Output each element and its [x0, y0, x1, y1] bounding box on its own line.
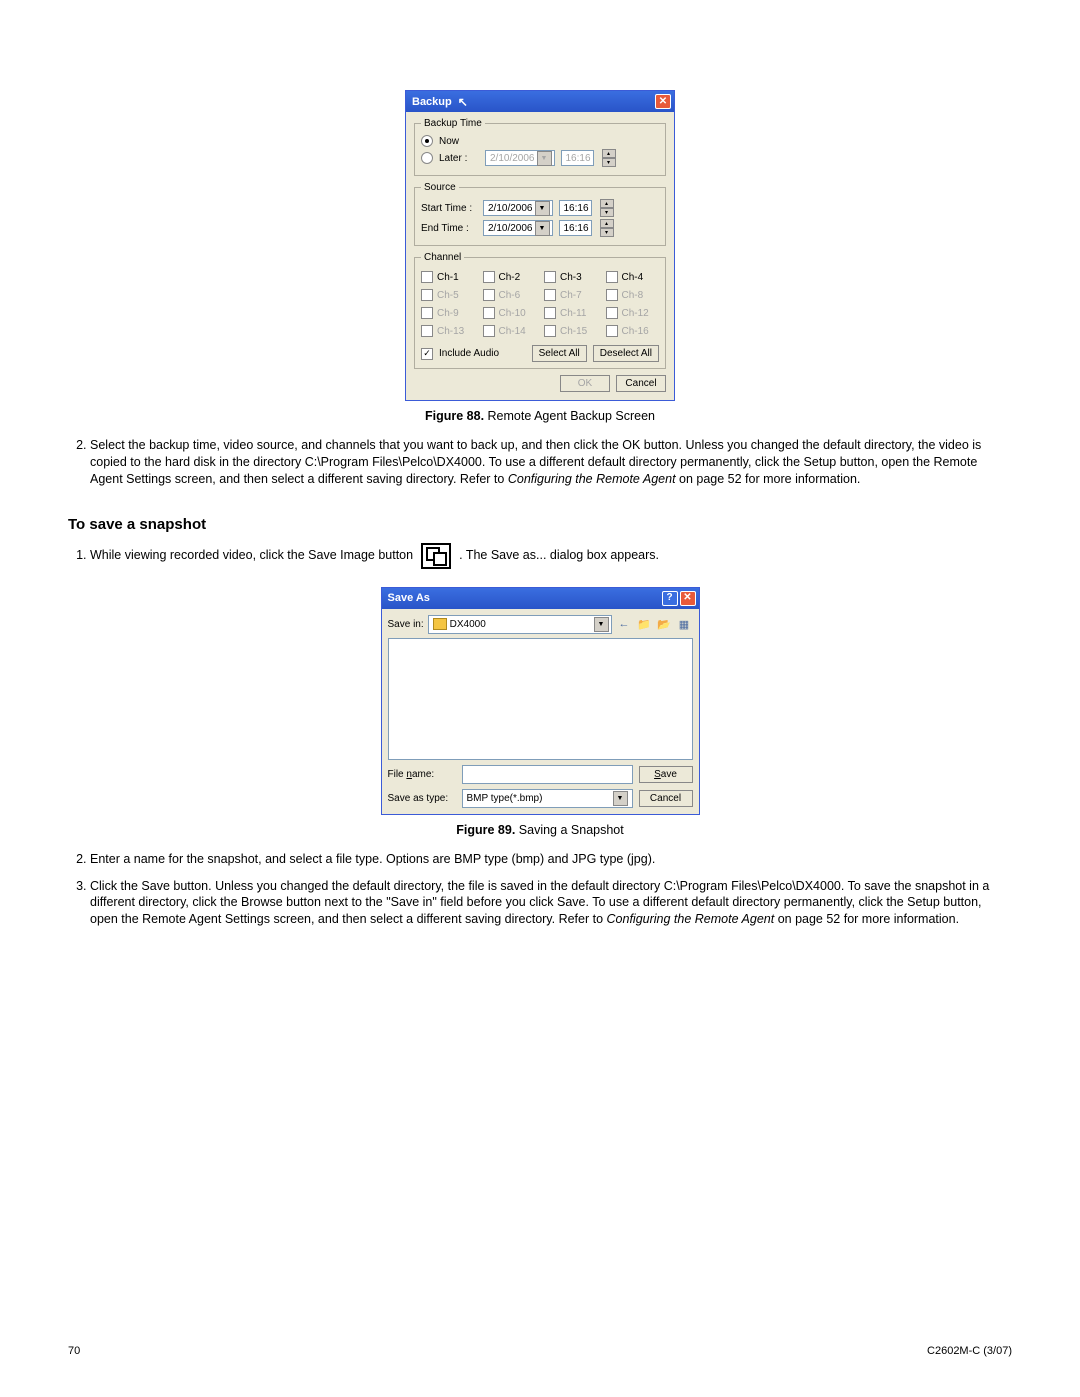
snapshot-heading: To save a snapshot	[68, 516, 1012, 533]
titlebar[interactable]: Backup ↖ ✕	[406, 91, 674, 112]
radio-now-label: Now	[439, 136, 459, 147]
radio-later-label: Later :	[439, 153, 479, 164]
file-list[interactable]	[388, 638, 693, 760]
chevron-down-icon[interactable]: ▼	[594, 617, 609, 632]
chevron-down-icon[interactable]: ▼	[537, 151, 552, 166]
include-audio-label: Include Audio	[439, 348, 526, 359]
later-time-spinner[interactable]: ▴▾	[602, 149, 616, 167]
saveas-title: Save As	[388, 592, 430, 604]
folder-icon	[433, 618, 447, 630]
checkbox-include-audio[interactable]	[421, 348, 433, 360]
file-name-label: File name:	[388, 769, 456, 780]
body-text: Select the backup time, video source, an…	[68, 437, 1012, 488]
snapshot-step-3: Click the Save button. Unless you change…	[90, 878, 1012, 929]
source-group: Source Start Time : 2/10/2006 ▼ 16:16 ▴▾	[414, 182, 666, 246]
page-number: 70	[68, 1345, 80, 1357]
checkbox-ch9[interactable]	[421, 307, 433, 319]
radio-later[interactable]	[421, 152, 433, 164]
save-in-combo[interactable]: DX4000 ▼	[428, 615, 612, 634]
end-time-spinner[interactable]: ▴▾	[600, 219, 614, 237]
end-time-field[interactable]: 16:16	[559, 220, 592, 236]
source-legend: Source	[421, 182, 459, 193]
chevron-down-icon[interactable]: ▼	[535, 221, 550, 236]
checkbox-ch14[interactable]	[483, 325, 495, 337]
checkbox-ch3[interactable]	[544, 271, 556, 283]
radio-now[interactable]	[421, 135, 433, 147]
checkbox-ch15[interactable]	[544, 325, 556, 337]
checkbox-ch6[interactable]	[483, 289, 495, 301]
new-folder-icon[interactable]: 📂	[656, 616, 673, 633]
doc-id: C2602M-C (3/07)	[927, 1345, 1012, 1357]
start-time-field[interactable]: 16:16	[559, 200, 592, 216]
help-icon[interactable]: ?	[662, 591, 678, 606]
select-all-button[interactable]: Select All	[532, 345, 587, 362]
save-as-dialog: Save As ? ✕ Save in: DX4000 ▼ ← 📁	[381, 587, 700, 815]
step-2: Select the backup time, video source, an…	[90, 437, 1012, 488]
cursor-icon: ↖	[458, 95, 468, 109]
later-date-field[interactable]: 2/10/2006 ▼	[485, 150, 555, 166]
snapshot-step-1: While viewing recorded video, click the …	[90, 543, 1012, 569]
start-date-field[interactable]: 2/10/2006 ▼	[483, 200, 553, 216]
ok-button[interactable]: OK	[560, 375, 610, 392]
cancel-button[interactable]: Cancel	[639, 790, 693, 807]
figure-89-caption: Figure 89. Saving a Snapshot	[68, 823, 1012, 837]
checkbox-ch12[interactable]	[606, 307, 618, 319]
channel-group: Channel Ch-1 Ch-2 Ch-3 Ch-4 Ch-5 Ch-6 Ch…	[414, 252, 666, 369]
start-time-spinner[interactable]: ▴▾	[600, 199, 614, 217]
checkbox-ch10[interactable]	[483, 307, 495, 319]
start-time-label: Start Time :	[421, 203, 477, 214]
close-icon[interactable]: ✕	[655, 94, 671, 109]
up-folder-icon[interactable]: 📁	[636, 616, 653, 633]
checkbox-ch1[interactable]	[421, 271, 433, 283]
back-icon[interactable]: ←	[616, 616, 633, 633]
later-time-field[interactable]: 16:16	[561, 150, 594, 166]
close-icon[interactable]: ✕	[680, 591, 696, 606]
checkbox-ch2[interactable]	[483, 271, 495, 283]
checkbox-ch16[interactable]	[606, 325, 618, 337]
save-as-type-field[interactable]: BMP type(*.bmp) ▼	[462, 789, 633, 808]
end-date-field[interactable]: 2/10/2006 ▼	[483, 220, 553, 236]
checkbox-ch4[interactable]	[606, 271, 618, 283]
deselect-all-button[interactable]: Deselect All	[593, 345, 659, 362]
page-footer: 70 C2602M-C (3/07)	[68, 1345, 1012, 1357]
checkbox-ch13[interactable]	[421, 325, 433, 337]
backup-dialog: Backup ↖ ✕ Backup Time Now Later :	[405, 90, 675, 401]
save-image-icon	[421, 543, 451, 569]
chevron-down-icon[interactable]: ▼	[613, 791, 628, 806]
checkbox-ch11[interactable]	[544, 307, 556, 319]
save-button[interactable]: Save	[639, 766, 693, 783]
checkbox-ch5[interactable]	[421, 289, 433, 301]
saveas-titlebar[interactable]: Save As ? ✕	[382, 588, 699, 609]
checkbox-ch7[interactable]	[544, 289, 556, 301]
backup-time-group: Backup Time Now Later : 2/10/2006 ▼	[414, 118, 666, 176]
figure-88-caption: Figure 88. Remote Agent Backup Screen	[68, 409, 1012, 423]
checkbox-ch8[interactable]	[606, 289, 618, 301]
chevron-down-icon[interactable]: ▼	[535, 201, 550, 216]
backup-time-legend: Backup Time	[421, 118, 485, 129]
view-icon[interactable]: ▦	[676, 616, 693, 633]
save-as-type-label: Save as type:	[388, 793, 456, 804]
snapshot-step-2: Enter a name for the snapshot, and selec…	[90, 851, 1012, 868]
cancel-button[interactable]: Cancel	[616, 375, 666, 392]
dialog-title: Backup	[412, 96, 452, 108]
end-time-label: End Time :	[421, 223, 477, 234]
channel-legend: Channel	[421, 252, 464, 263]
save-in-label: Save in:	[388, 619, 424, 630]
file-name-field[interactable]	[462, 765, 633, 784]
